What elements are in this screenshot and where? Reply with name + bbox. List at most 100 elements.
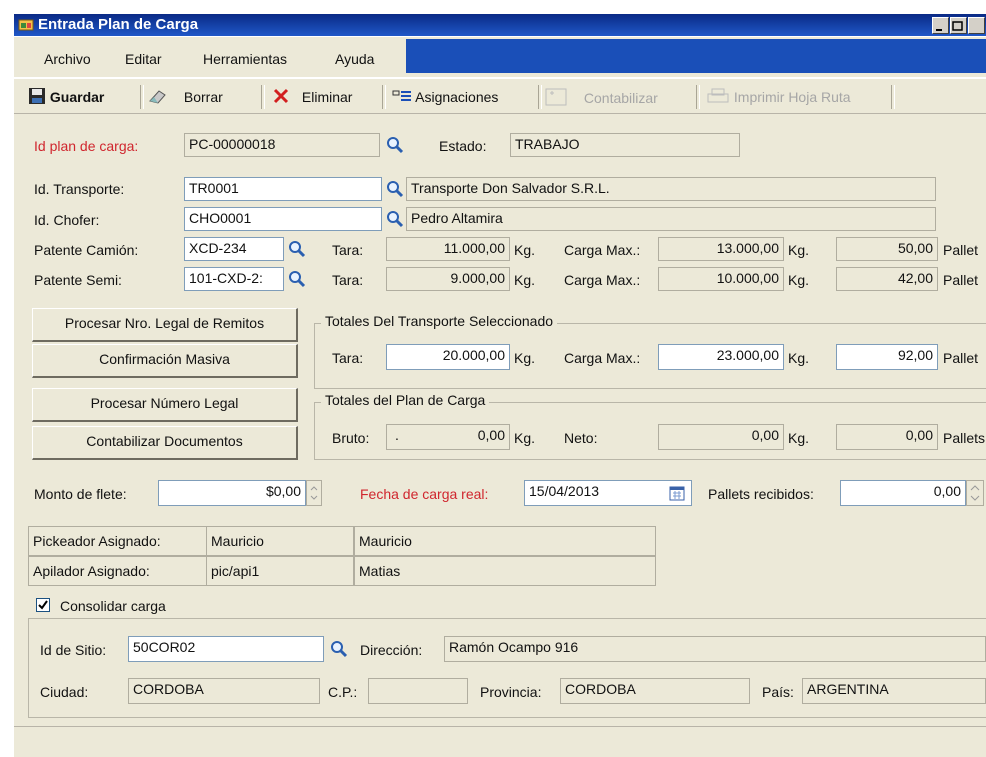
search-icon[interactable] — [288, 270, 306, 288]
maximize-button[interactable] — [950, 17, 967, 34]
patente-camion-input[interactable]: XCD-234 — [184, 237, 284, 261]
search-icon[interactable] — [386, 210, 404, 228]
apilador-name-field: Matias — [354, 556, 656, 586]
imprimir-label: Imprimir Hoja Ruta — [733, 89, 851, 105]
consolidar-label: Consolidar carga — [60, 598, 166, 614]
printer-icon — [707, 88, 729, 103]
semi-max-field: 10.000,00 — [658, 267, 784, 291]
toolbar-separator — [261, 85, 265, 109]
id-transporte-label: Id. Transporte: — [34, 181, 125, 197]
consolidar-checkbox[interactable] — [36, 598, 50, 612]
monto-flete-label: Monto de flete: — [34, 486, 127, 502]
menu-editar[interactable]: Editar — [125, 51, 162, 67]
estado-label: Estado: — [439, 138, 487, 154]
menu-ayuda[interactable]: Ayuda — [335, 51, 374, 67]
toolbar-separator — [538, 85, 542, 109]
camion-tara-unit: Kg. — [514, 242, 536, 258]
status-bar — [14, 726, 986, 757]
delete-x-icon — [273, 88, 289, 104]
title-bar: Entrada Plan de Carga — [14, 14, 986, 36]
ledger-icon — [545, 88, 567, 106]
toolbar-separator — [891, 85, 895, 109]
toolbar-separator — [382, 85, 386, 109]
eliminar-label: Eliminar — [301, 89, 353, 105]
id-chofer-label: Id. Chofer: — [34, 212, 100, 228]
direccion-field: Ramón Ocampo 916 — [444, 636, 986, 662]
tp-bruto-field: . 0,00 — [386, 424, 510, 450]
eraser-icon — [149, 90, 166, 104]
search-icon[interactable] — [386, 136, 404, 154]
save-icon — [29, 88, 45, 104]
totales-transporte-title: Totales Del Transporte Seleccionado — [321, 313, 558, 329]
tp-neto-label: Neto: — [564, 430, 598, 446]
pickeador-name-field: Mauricio — [354, 526, 656, 556]
contabilizar-documentos-button[interactable]: Contabilizar Documentos — [32, 426, 298, 460]
pais-field: ARGENTINA — [802, 678, 986, 704]
menu-bar: Archivo Editar Herramientas Ayuda — [14, 37, 986, 77]
tp-pallets-label: Pallets — [943, 430, 986, 446]
chofer-name-field: Pedro Altamira — [406, 207, 936, 231]
tp-neto-unit: Kg. — [788, 430, 810, 446]
patente-semi-input[interactable]: 101-CXD-2: — [184, 267, 284, 291]
toolbar-separator — [696, 85, 700, 109]
asignaciones-button[interactable]: Asignaciones — [392, 87, 498, 107]
window-left-edge — [0, 14, 14, 757]
guardar-button[interactable]: Guardar — [28, 87, 104, 107]
semi-pallets-field: 42,00 — [836, 267, 938, 291]
monto-flete-input[interactable]: $0,00 — [158, 480, 306, 506]
semi-tara-unit: Kg. — [514, 272, 536, 288]
minimize-icon — [936, 29, 942, 31]
calendar-icon[interactable] — [669, 485, 685, 501]
monto-spin-icon[interactable] — [306, 480, 322, 506]
tt-max-field: 23.000,00 — [658, 344, 784, 370]
cp-label: C.P.: — [328, 684, 358, 700]
search-icon[interactable] — [288, 240, 306, 258]
fecha-carga-label: Fecha de carga real: — [360, 486, 489, 502]
camion-tara-field: 11.000,00 — [386, 237, 510, 261]
imprimir-hoja-ruta-button[interactable]: Imprimir Hoja Ruta — [706, 87, 851, 107]
ciudad-label: Ciudad: — [40, 684, 89, 700]
provincia-field: CORDOBA — [560, 678, 750, 704]
toolbar-separator — [140, 85, 144, 109]
eliminar-button[interactable]: Eliminar — [272, 87, 352, 107]
tp-neto-field: 0,00 — [658, 424, 784, 450]
procesar-numero-legal-button[interactable]: Procesar Número Legal — [32, 388, 298, 422]
search-icon[interactable] — [386, 180, 404, 198]
confirmacion-masiva-button[interactable]: Confirmación Masiva — [32, 344, 298, 378]
pallets-recibidos-label: Pallets recibidos: — [708, 486, 814, 502]
procesar-nro-legal-remitos-button[interactable]: Procesar Nro. Legal de Remitos — [32, 308, 298, 342]
contabilizar-button[interactable]: Contabilizar — [544, 87, 658, 108]
pais-label: País: — [762, 684, 794, 700]
search-icon[interactable] — [330, 640, 348, 658]
pallets-recibidos-input[interactable]: 0,00 — [840, 480, 966, 506]
semi-max-unit: Kg. — [788, 272, 810, 288]
pallets-spin-icon[interactable] — [966, 480, 984, 506]
id-chofer-input[interactable]: CHO0001 — [184, 207, 382, 231]
semi-tara-field: 9.000,00 — [386, 267, 510, 291]
form-body: Id plan de carga: PC-00000018 Estado: TR… — [14, 114, 986, 726]
tt-tara-field: 20.000,00 — [386, 344, 510, 370]
menu-herramientas[interactable]: Herramientas — [203, 51, 287, 67]
id-sitio-input[interactable]: 50COR02 — [128, 636, 324, 662]
totales-plan-title: Totales del Plan de Carga — [321, 392, 490, 408]
id-plan-label: Id plan de carga: — [34, 138, 139, 154]
tp-bruto-label: Bruto: — [332, 430, 370, 446]
minimize-button[interactable] — [932, 17, 949, 34]
close-button[interactable] — [968, 17, 985, 34]
borrar-button[interactable]: Borrar — [148, 87, 223, 107]
camion-pallets-label: Pallet — [943, 242, 979, 258]
borrar-label: Borrar — [183, 89, 223, 105]
id-transporte-input[interactable]: TR0001 — [184, 177, 382, 201]
camion-max-field: 13.000,00 — [658, 237, 784, 261]
guardar-label: Guardar — [49, 89, 105, 105]
camion-pallets-field: 50,00 — [836, 237, 938, 261]
fecha-carga-input[interactable]: 15/04/2013 — [524, 480, 692, 506]
tt-max-label: Carga Max.: — [564, 350, 641, 366]
menu-archivo[interactable]: Archivo — [44, 51, 91, 67]
tt-max-unit: Kg. — [788, 350, 810, 366]
cp-field — [368, 678, 468, 704]
semi-max-label: Carga Max.: — [564, 272, 641, 288]
id-plan-field[interactable]: PC-00000018 — [184, 133, 380, 157]
provincia-label: Provincia: — [480, 684, 542, 700]
camion-max-label: Carga Max.: — [564, 242, 641, 258]
